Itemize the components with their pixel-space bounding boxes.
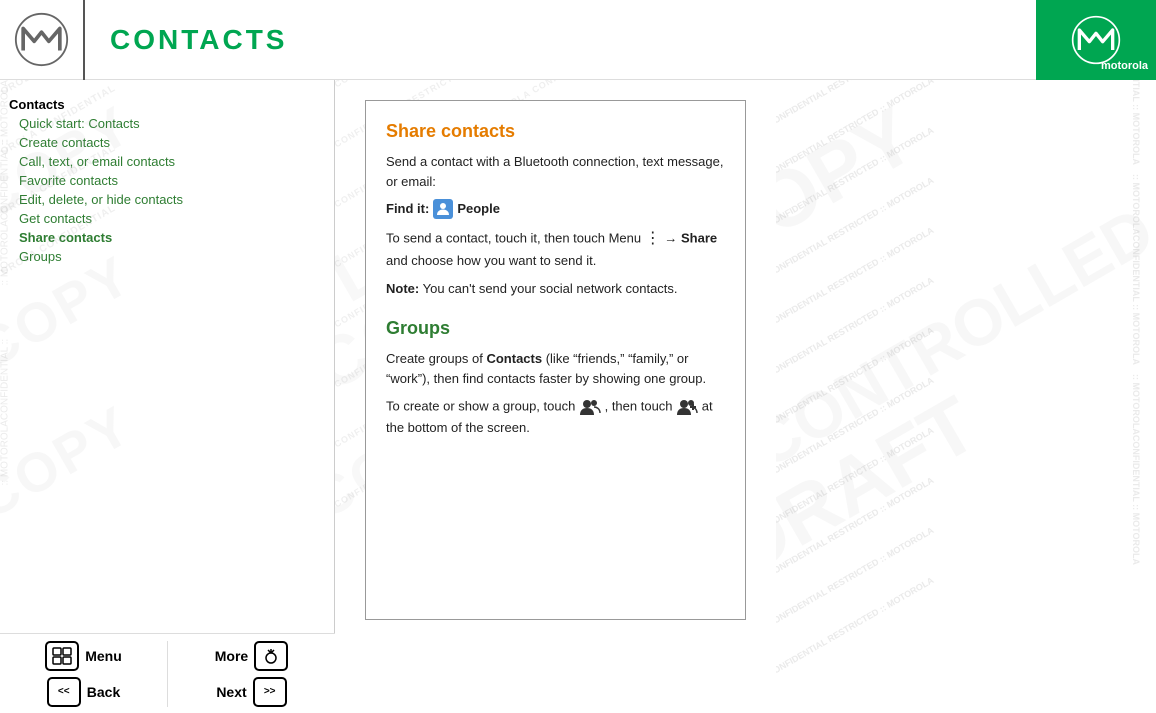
next-button[interactable]: Next >> <box>216 677 286 707</box>
note-content: You can't send your social network conta… <box>423 281 678 296</box>
share-intro: Send a contact with a Bluetooth connecti… <box>386 152 725 191</box>
sidebar-item-quick-start[interactable]: Quick start: Contacts <box>5 114 329 133</box>
share-instructions: To send a contact, touch it, then touch … <box>386 227 725 271</box>
next-icon: >> <box>253 677 287 707</box>
sidebar-nav: Contacts Quick start: Contacts Create co… <box>5 95 329 266</box>
contacts-bold: Contacts <box>486 351 542 366</box>
sidebar-item-call-text-email[interactable]: Call, text, or email contacts <box>5 152 329 171</box>
header: CONTACTS motorola <box>0 0 1156 80</box>
sidebar-item-share-contacts[interactable]: Share contacts <box>5 228 329 247</box>
sidebar-item-get-contacts[interactable]: Get contacts <box>5 209 329 228</box>
people-icon <box>433 199 453 219</box>
motorola-logo-right: motorola <box>1036 0 1156 80</box>
groups-title: Groups <box>386 318 725 339</box>
menu-icon <box>45 641 79 671</box>
content-inner: Share contacts Send a contact with a Blu… <box>365 100 746 620</box>
note: Note: You can't send your social network… <box>386 279 725 299</box>
share-contacts-title: Share contacts <box>386 121 725 142</box>
bottom-nav-right: More Next >> <box>167 641 335 707</box>
page-title: CONTACTS <box>85 24 287 56</box>
menu-button[interactable]: Menu <box>45 641 122 671</box>
share-label: Share <box>681 230 717 245</box>
right-watermark-area: CONFIDENTIAL RESTRICTED :: MOTOROLA CONF… <box>776 80 1156 713</box>
sidebar-item-favorite-contacts[interactable]: Favorite contacts <box>5 171 329 190</box>
sidebar: MOTOROLA CONFIDENTIAL MOTOROLA CONFIDENT… <box>0 80 335 713</box>
back-button[interactable]: << Back <box>47 677 120 707</box>
content-area: CONFIDENTIAL RESTRICTED :: MOTOROLA CONF… <box>335 80 776 713</box>
groups-icon-2 <box>676 396 698 418</box>
groups-instructions: To create or show a group, touch , then … <box>386 396 725 438</box>
sidebar-item-groups[interactable]: Groups <box>5 247 329 266</box>
motorola-logo-left <box>0 0 85 80</box>
groups-intro: Create groups of Contacts (like “friends… <box>386 349 725 388</box>
content-box: Share contacts Send a contact with a Blu… <box>365 100 746 620</box>
find-it-label: Find it: <box>386 199 429 219</box>
find-it-app: People <box>457 199 500 219</box>
groups-icon-1 <box>579 396 601 418</box>
bottom-nav-left: Menu << Back <box>0 641 167 707</box>
menu-dots: ⋮ <box>645 230 661 247</box>
sidebar-item-edit-delete-hide[interactable]: Edit, delete, or hide contacts <box>5 190 329 209</box>
find-it-line: Find it: People <box>386 199 725 219</box>
sidebar-item-create-contacts[interactable]: Create contacts <box>5 133 329 152</box>
more-icon <box>254 641 288 671</box>
note-label: Note: <box>386 281 419 296</box>
main-layout: MOTOROLA CONFIDENTIAL MOTOROLA CONFIDENT… <box>0 80 1156 713</box>
more-button[interactable]: More <box>215 641 288 671</box>
bottom-nav: Menu << Back More <box>0 633 335 713</box>
sidebar-item-contacts[interactable]: Contacts <box>5 95 329 114</box>
back-icon: << <box>47 677 81 707</box>
